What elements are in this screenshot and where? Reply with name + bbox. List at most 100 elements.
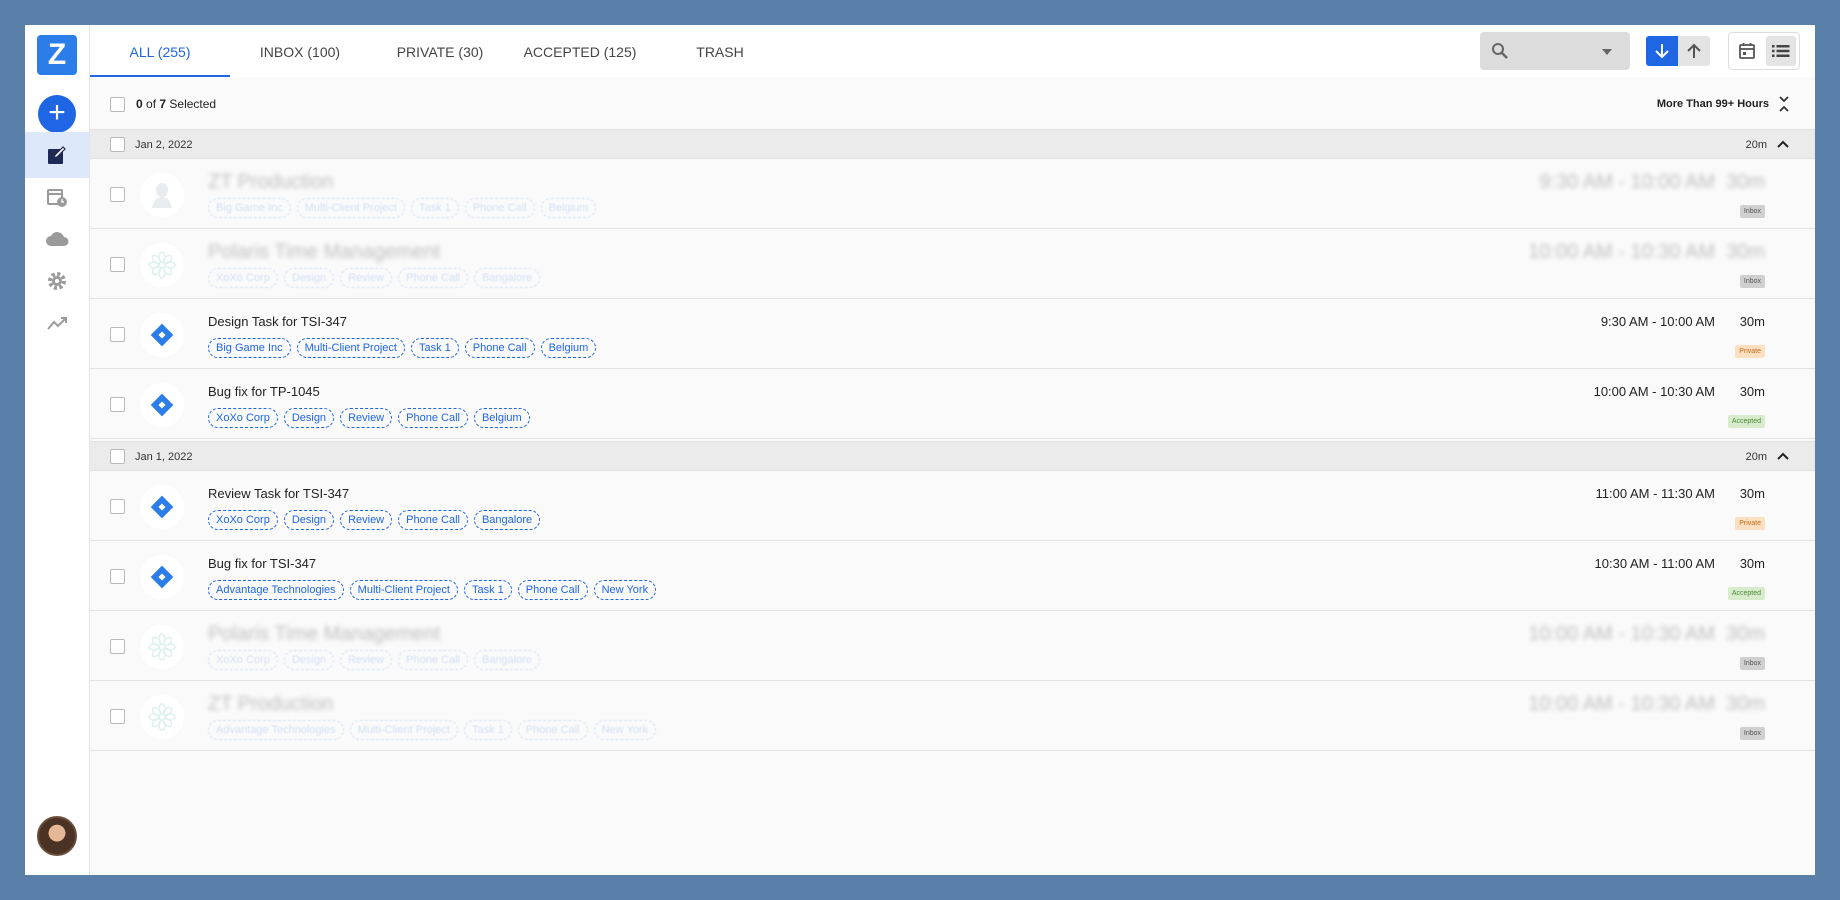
- tab-all[interactable]: ALL (255): [90, 25, 230, 77]
- tag-chip[interactable]: Multi-Client Project: [349, 580, 458, 600]
- tag-chip[interactable]: New York: [593, 580, 657, 600]
- gear-icon: [48, 272, 66, 290]
- tag-list: Big Game Inc Multi-Client Project Task 1…: [208, 198, 597, 218]
- list-item[interactable]: Review Task for TSI-347 XoXo Corp Design…: [90, 471, 1815, 541]
- group-checkbox[interactable]: [110, 137, 125, 152]
- tag-chip[interactable]: Belgium: [540, 338, 597, 358]
- tag-chip[interactable]: XoXo Corp: [208, 510, 278, 530]
- select-all-checkbox[interactable]: [110, 97, 125, 112]
- entry-duration: 30m: [1726, 623, 1765, 645]
- entry-checkbox[interactable]: [110, 327, 125, 342]
- entry-duration: 30m: [1739, 314, 1765, 329]
- tag-chip[interactable]: Phone Call: [398, 268, 468, 288]
- entry-title: Polaris Time Management: [208, 241, 441, 263]
- add-entry-button[interactable]: +: [38, 95, 76, 133]
- tag-chip[interactable]: Review: [340, 268, 393, 288]
- sidebar-item-settings[interactable]: [25, 258, 89, 304]
- tab-inbox[interactable]: INBOX (100): [230, 25, 370, 77]
- list-item[interactable]: Bug fix for TSI-347 Advantage Technologi…: [90, 541, 1815, 611]
- tag-chip[interactable]: XoXo Corp: [208, 408, 278, 428]
- chevron-up-icon[interactable]: [1777, 451, 1789, 461]
- entry-checkbox[interactable]: [110, 569, 125, 584]
- tag-chip[interactable]: Multi-Client Project: [349, 720, 458, 740]
- tag-chip[interactable]: Review: [340, 650, 393, 670]
- entry-duration: 30m: [1726, 241, 1765, 263]
- entry-checkbox[interactable]: [110, 709, 125, 724]
- tag-chip[interactable]: Phone Call: [398, 510, 468, 530]
- arrow-down-icon: [1655, 44, 1669, 59]
- status-badge: Inbox: [1739, 727, 1765, 740]
- hours-filter-label[interactable]: More Than 99+ Hours: [1657, 98, 1769, 110]
- entry-checkbox[interactable]: [110, 257, 125, 272]
- entry-checkbox[interactable]: [110, 639, 125, 654]
- tag-chip[interactable]: Design: [283, 268, 335, 288]
- status-badge: Inbox: [1739, 657, 1765, 670]
- list-item[interactable]: ZT Production Big Game Inc Multi-Client …: [90, 159, 1815, 229]
- tag-chip[interactable]: Belgium: [540, 198, 597, 218]
- analytics-icon: [47, 317, 67, 330]
- tag-chip[interactable]: Task 1: [463, 720, 512, 740]
- list-item[interactable]: Polaris Time Management XoXo Corp Design…: [90, 229, 1815, 299]
- chevron-up-icon[interactable]: [1777, 139, 1789, 149]
- entry-duration: 30m: [1739, 556, 1765, 571]
- entry-checkbox[interactable]: [110, 187, 125, 202]
- tag-chip[interactable]: Advantage Technologies: [208, 580, 344, 600]
- tag-chip[interactable]: Design: [283, 510, 335, 530]
- avatar[interactable]: [37, 816, 77, 856]
- entry-time-range: 11:00 AM - 11:30 AM: [1595, 486, 1715, 501]
- tag-chip[interactable]: Design: [283, 650, 335, 670]
- sidebar-item-schedule[interactable]: [25, 174, 89, 220]
- entry-time-range: 10:00 AM - 10:30 AM: [1528, 693, 1715, 715]
- collapse-all-icon[interactable]: [1777, 94, 1791, 114]
- list-item[interactable]: ZT Production Advantage Technologies Mul…: [90, 681, 1815, 751]
- sidebar-item-cloud[interactable]: [25, 216, 89, 262]
- search-dropdown[interactable]: [1480, 32, 1630, 70]
- group-checkbox[interactable]: [110, 449, 125, 464]
- tag-chip[interactable]: Big Game Inc: [208, 198, 291, 218]
- tab-private[interactable]: PRIVATE (30): [370, 25, 510, 77]
- tag-list: XoXo Corp Design Review Phone Call Belgi…: [208, 408, 530, 428]
- tag-chip[interactable]: Review: [340, 510, 393, 530]
- tag-chip[interactable]: Multi-Client Project: [296, 198, 405, 218]
- tag-chip[interactable]: Belgium: [473, 408, 530, 428]
- entry-checkbox[interactable]: [110, 397, 125, 412]
- tag-chip[interactable]: Bangalore: [473, 268, 541, 288]
- sort-descending-button[interactable]: [1646, 36, 1678, 66]
- tag-chip[interactable]: Bangalore: [473, 650, 541, 670]
- tag-chip[interactable]: Task 1: [463, 580, 512, 600]
- calendar-view-button[interactable]: [1732, 36, 1762, 66]
- sidebar-item-timesheet[interactable]: [25, 132, 89, 178]
- flower-icon: [140, 243, 184, 287]
- status-badge: Accepted: [1727, 415, 1765, 428]
- tag-chip[interactable]: Advantage Technologies: [208, 720, 344, 740]
- tag-chip[interactable]: Task 1: [410, 198, 459, 218]
- tag-chip[interactable]: Phone Call: [464, 198, 535, 218]
- group-date: Jan 1, 2022: [135, 451, 193, 463]
- tag-chip[interactable]: Big Game Inc: [208, 338, 291, 358]
- tag-chip[interactable]: Phone Call: [464, 338, 535, 358]
- tag-chip[interactable]: Phone Call: [517, 580, 588, 600]
- list-view-button[interactable]: [1766, 36, 1796, 66]
- tab-trash[interactable]: TRASH: [650, 25, 790, 77]
- tag-chip[interactable]: XoXo Corp: [208, 650, 278, 670]
- entry-checkbox[interactable]: [110, 499, 125, 514]
- tag-chip[interactable]: Multi-Client Project: [296, 338, 405, 358]
- sort-ascending-button[interactable]: [1678, 36, 1710, 66]
- tag-chip[interactable]: New York: [593, 720, 657, 740]
- tag-chip[interactable]: Review: [340, 408, 393, 428]
- calendar-clock-icon: [47, 189, 67, 207]
- tag-chip[interactable]: Task 1: [410, 338, 459, 358]
- tag-chip[interactable]: Phone Call: [398, 650, 468, 670]
- tag-chip[interactable]: Bangalore: [473, 510, 541, 530]
- list-item[interactable]: Polaris Time Management XoXo Corp Design…: [90, 611, 1815, 681]
- sidebar-item-analytics[interactable]: [25, 300, 89, 346]
- date-group-header: Jan 1, 2022 20m: [90, 441, 1815, 471]
- tag-chip[interactable]: Phone Call: [517, 720, 588, 740]
- tag-chip[interactable]: XoXo Corp: [208, 268, 278, 288]
- list-icon: [1772, 45, 1790, 57]
- list-item[interactable]: Bug fix for TP-1045 XoXo Corp Design Rev…: [90, 369, 1815, 439]
- tag-chip[interactable]: Design: [283, 408, 335, 428]
- tag-chip[interactable]: Phone Call: [398, 408, 468, 428]
- tab-accepted[interactable]: ACCEPTED (125): [510, 25, 650, 77]
- list-item[interactable]: Design Task for TSI-347 Big Game Inc Mul…: [90, 299, 1815, 369]
